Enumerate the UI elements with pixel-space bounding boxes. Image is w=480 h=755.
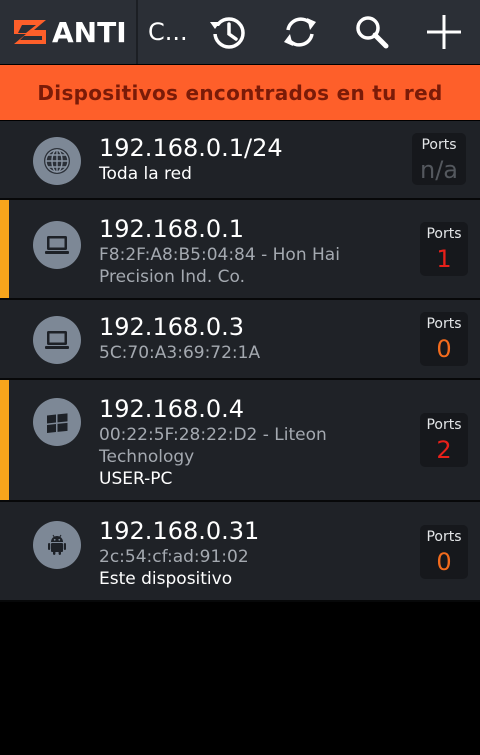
device-info: 192.168.0.31 2c:54:cf:ad:91:02 Este disp… bbox=[99, 516, 422, 590]
ports-badge: Ports 1 bbox=[420, 222, 468, 276]
refresh-button[interactable] bbox=[275, 8, 325, 56]
windows-icon bbox=[47, 413, 68, 433]
device-hostname: Este dispositivo bbox=[99, 569, 233, 589]
devices-found-banner: Dispositivos encontrados en tu red bbox=[0, 65, 480, 120]
device-ip: 192.168.0.4 bbox=[99, 395, 245, 423]
flag-indicator bbox=[0, 200, 9, 298]
device-info: 192.168.0.4 00:22:5F:28:22:D2 - Liteon T… bbox=[99, 394, 422, 490]
device-avatar bbox=[33, 221, 81, 269]
device-avatar bbox=[33, 398, 81, 446]
device-detail: F8:2F:A8:B5:04:84 - Hon Hai Precision In… bbox=[99, 245, 340, 287]
flag-indicator bbox=[0, 380, 9, 500]
ports-count: 2 bbox=[436, 436, 452, 464]
refresh-icon bbox=[284, 17, 316, 47]
device-row[interactable]: 192.168.0.1 F8:2F:A8:B5:04:84 - Hon Hai … bbox=[0, 200, 480, 300]
device-ip: 192.168.0.1 bbox=[99, 215, 245, 243]
action-bar: ANTI C... bbox=[0, 0, 480, 64]
history-icon bbox=[210, 17, 245, 49]
device-ip: 192.168.0.3 bbox=[99, 313, 245, 341]
ports-count: 1 bbox=[436, 245, 452, 273]
search-icon bbox=[356, 16, 389, 49]
device-info: 192.168.0.3 5C:70:A3:69:72:1A bbox=[99, 312, 422, 364]
ports-count: n/a bbox=[419, 156, 458, 184]
network-title[interactable]: C... bbox=[148, 18, 208, 46]
device-detail: 00:22:5F:28:22:D2 - Liteon Technology bbox=[99, 425, 327, 467]
device-avatar bbox=[33, 137, 81, 185]
device-ip: 192.168.0.31 bbox=[99, 517, 260, 545]
plus-icon bbox=[427, 15, 461, 49]
device-row[interactable]: 192.168.0.3 5C:70:A3:69:72:1A Ports 0 bbox=[0, 300, 480, 380]
ports-label: Ports bbox=[426, 226, 462, 242]
device-avatar bbox=[33, 521, 81, 569]
ports-badge: Ports 0 bbox=[420, 312, 468, 366]
computer-icon bbox=[45, 236, 69, 254]
history-button[interactable] bbox=[203, 8, 253, 56]
ports-label: Ports bbox=[421, 137, 457, 153]
device-avatar bbox=[33, 316, 81, 364]
ports-count: 0 bbox=[436, 335, 452, 363]
device-list: 192.168.0.1/24 Toda la red Ports n/a 192… bbox=[0, 121, 480, 602]
android-icon bbox=[48, 534, 66, 555]
banner-text: Dispositivos encontrados en tu red bbox=[37, 80, 443, 105]
add-button[interactable] bbox=[419, 8, 469, 56]
device-ip: 192.168.0.1/24 bbox=[99, 134, 283, 162]
app-name: ANTI bbox=[52, 15, 127, 49]
ports-label: Ports bbox=[426, 529, 462, 545]
device-info: 192.168.0.1 F8:2F:A8:B5:04:84 - Hon Hai … bbox=[99, 214, 420, 288]
ports-count: 0 bbox=[436, 548, 452, 576]
anti-logo-icon bbox=[14, 20, 46, 44]
ports-badge: Ports n/a bbox=[412, 133, 466, 185]
device-detail: 2c:54:cf:ad:91:02 bbox=[99, 547, 249, 567]
app-logo[interactable]: ANTI bbox=[0, 0, 138, 64]
ports-label: Ports bbox=[426, 417, 462, 433]
ports-badge: Ports 0 bbox=[420, 525, 468, 579]
globe-icon bbox=[44, 148, 70, 174]
device-row-network[interactable]: 192.168.0.1/24 Toda la red Ports n/a bbox=[0, 121, 480, 200]
device-row[interactable]: 192.168.0.4 00:22:5F:28:22:D2 - Liteon T… bbox=[0, 380, 480, 502]
device-detail: 5C:70:A3:69:72:1A bbox=[99, 343, 261, 363]
ports-badge: Ports 2 bbox=[420, 413, 468, 467]
search-button[interactable] bbox=[347, 8, 397, 56]
device-info: 192.168.0.1/24 Toda la red bbox=[99, 133, 422, 185]
device-detail: Toda la red bbox=[99, 164, 192, 184]
device-hostname: USER-PC bbox=[99, 469, 173, 489]
device-row[interactable]: 192.168.0.31 2c:54:cf:ad:91:02 Este disp… bbox=[0, 502, 480, 602]
ports-label: Ports bbox=[426, 316, 462, 332]
computer-icon bbox=[45, 331, 69, 349]
